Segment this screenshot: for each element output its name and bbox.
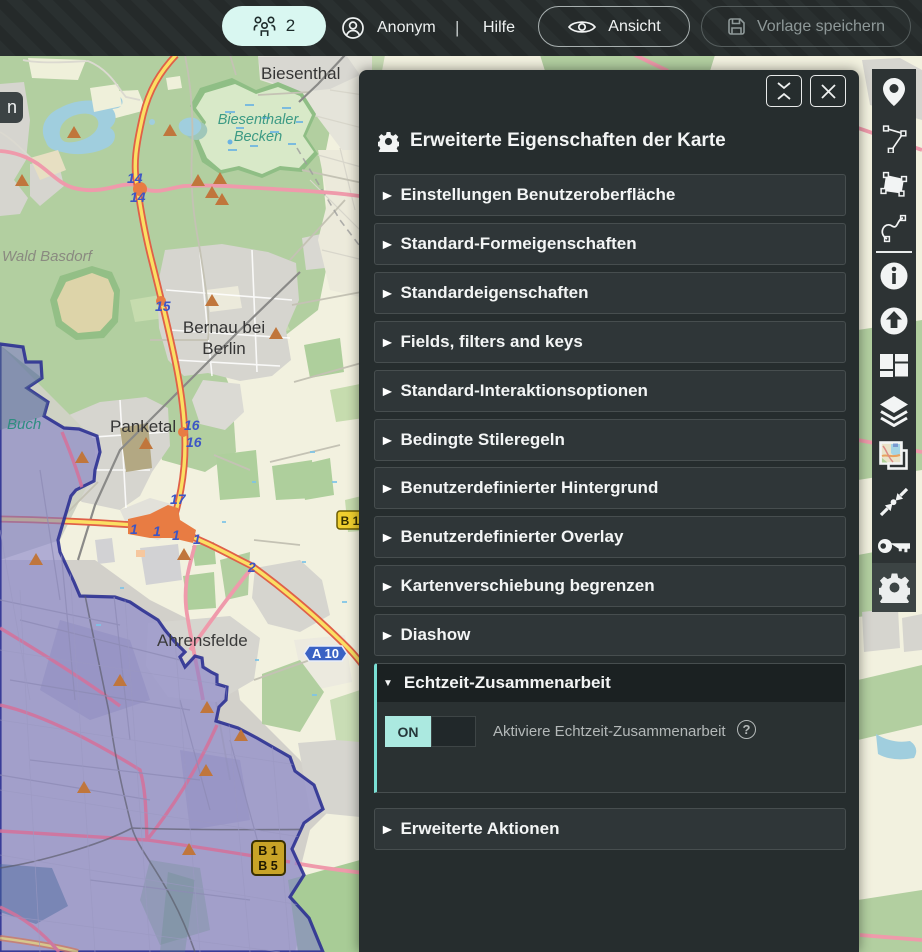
svg-text:Panketal: Panketal bbox=[110, 417, 176, 436]
svg-text:A 10: A 10 bbox=[312, 646, 339, 661]
svg-text:17: 17 bbox=[170, 491, 187, 507]
svg-text:Bernau bei: Bernau bei bbox=[183, 318, 265, 337]
svg-text:1: 1 bbox=[172, 527, 180, 543]
svg-text:B 1: B 1 bbox=[258, 844, 278, 858]
svg-text:Biesenthal: Biesenthal bbox=[261, 64, 340, 83]
svg-text:16: 16 bbox=[184, 417, 200, 433]
svg-text:14: 14 bbox=[127, 170, 143, 186]
svg-text:15: 15 bbox=[155, 298, 171, 314]
svg-text:1: 1 bbox=[193, 531, 201, 547]
svg-text:Wald Basdorf: Wald Basdorf bbox=[2, 248, 94, 265]
svg-text:Biesenthaler: Biesenthaler bbox=[218, 112, 300, 128]
svg-text:1: 1 bbox=[130, 521, 138, 537]
svg-text:B 5: B 5 bbox=[258, 859, 278, 873]
svg-text:Buch: Buch bbox=[7, 416, 41, 433]
svg-text:2: 2 bbox=[247, 559, 256, 575]
svg-text:B 1: B 1 bbox=[341, 514, 360, 528]
svg-text:16: 16 bbox=[186, 434, 202, 450]
svg-text:14: 14 bbox=[130, 189, 146, 205]
svg-text:1: 1 bbox=[153, 523, 161, 539]
svg-text:Berlin: Berlin bbox=[202, 339, 245, 358]
svg-text:Ahrensfelde: Ahrensfelde bbox=[157, 631, 248, 650]
svg-text:Becken: Becken bbox=[234, 129, 282, 145]
